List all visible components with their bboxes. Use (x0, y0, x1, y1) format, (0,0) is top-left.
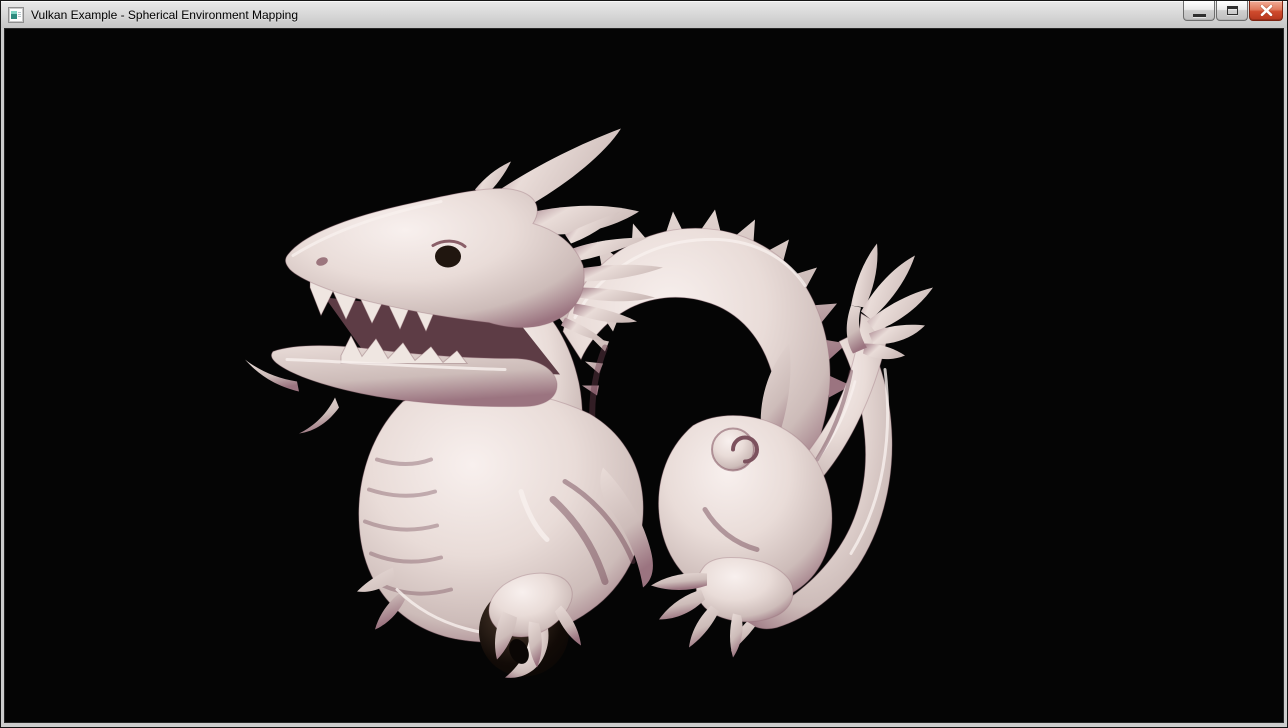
minimize-icon (1193, 14, 1206, 17)
window-title: Vulkan Example - Spherical Environment M… (31, 8, 298, 22)
maximize-button[interactable] (1216, 1, 1248, 21)
rear-foot (651, 558, 793, 658)
eye (435, 246, 461, 268)
titlebar[interactable]: Vulkan Example - Spherical Environment M… (1, 1, 1287, 28)
app-window: Vulkan Example - Spherical Environment M… (0, 0, 1288, 728)
minimize-button[interactable] (1183, 1, 1215, 21)
application-icon[interactable] (8, 7, 24, 23)
dragon-render (5, 29, 1283, 722)
window-controls (1182, 1, 1283, 22)
chin-barbel (299, 398, 339, 434)
tail-tuft (847, 244, 933, 360)
skull (286, 189, 585, 328)
close-icon (1260, 5, 1273, 16)
maximize-icon (1227, 6, 1238, 15)
close-button[interactable] (1249, 1, 1283, 21)
render-viewport[interactable] (4, 28, 1284, 723)
